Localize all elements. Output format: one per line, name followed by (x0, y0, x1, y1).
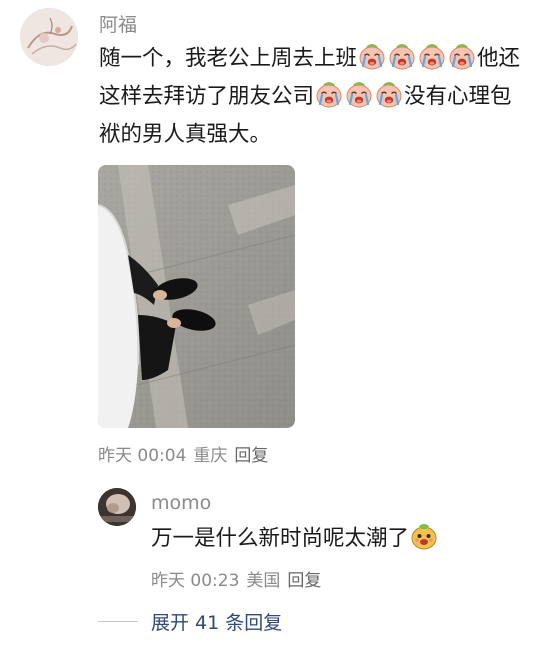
comment-body: 随一个，我老公上周去上班 他还这样去拜访了朋友公司 没有心理包袱的男人真强大。 (99, 40, 524, 154)
commenter-username[interactable]: 阿福 (99, 10, 137, 37)
crying-face-emoji (388, 42, 416, 70)
crying-face-emoji (448, 42, 476, 70)
reply-time: 昨天 00:23 (151, 571, 240, 591)
reply-username[interactable]: momo (151, 492, 211, 514)
expand-replies-link[interactable]: 展开 41 条回复 (151, 608, 282, 635)
text-segment: 万一是什么新时尚呢太潮了 (151, 526, 410, 551)
reply-reply-button[interactable]: 回复 (287, 571, 321, 591)
comment-reply-button[interactable]: 回复 (234, 446, 268, 466)
comment-photo[interactable] (98, 165, 295, 428)
comment-time: 昨天 00:04 (98, 446, 187, 466)
reply-meta: 昨天 00:23 美国 回复 (151, 566, 328, 591)
crying-face-emoji (358, 42, 386, 70)
crying-face-emoji (345, 80, 373, 108)
crying-face-emoji (315, 80, 343, 108)
avatar-image (20, 8, 78, 66)
expand-divider (98, 621, 138, 622)
crying-face-emoji (375, 80, 403, 108)
comment-location: 重庆 (193, 446, 228, 466)
feet-photo-image (98, 165, 295, 428)
reply-avatar[interactable] (98, 488, 136, 526)
reply-avatar-image (98, 488, 136, 526)
comment-meta: 昨天 00:04 重庆 回复 (98, 441, 275, 466)
doge-emoji (410, 522, 438, 550)
reply-body: 万一是什么新时尚呢太潮了 (151, 521, 439, 557)
reply-location: 美国 (246, 571, 281, 591)
text-segment: 随一个，我老公上周去上班 (99, 46, 358, 71)
crying-face-emoji (418, 42, 446, 70)
commenter-avatar[interactable] (20, 8, 78, 66)
